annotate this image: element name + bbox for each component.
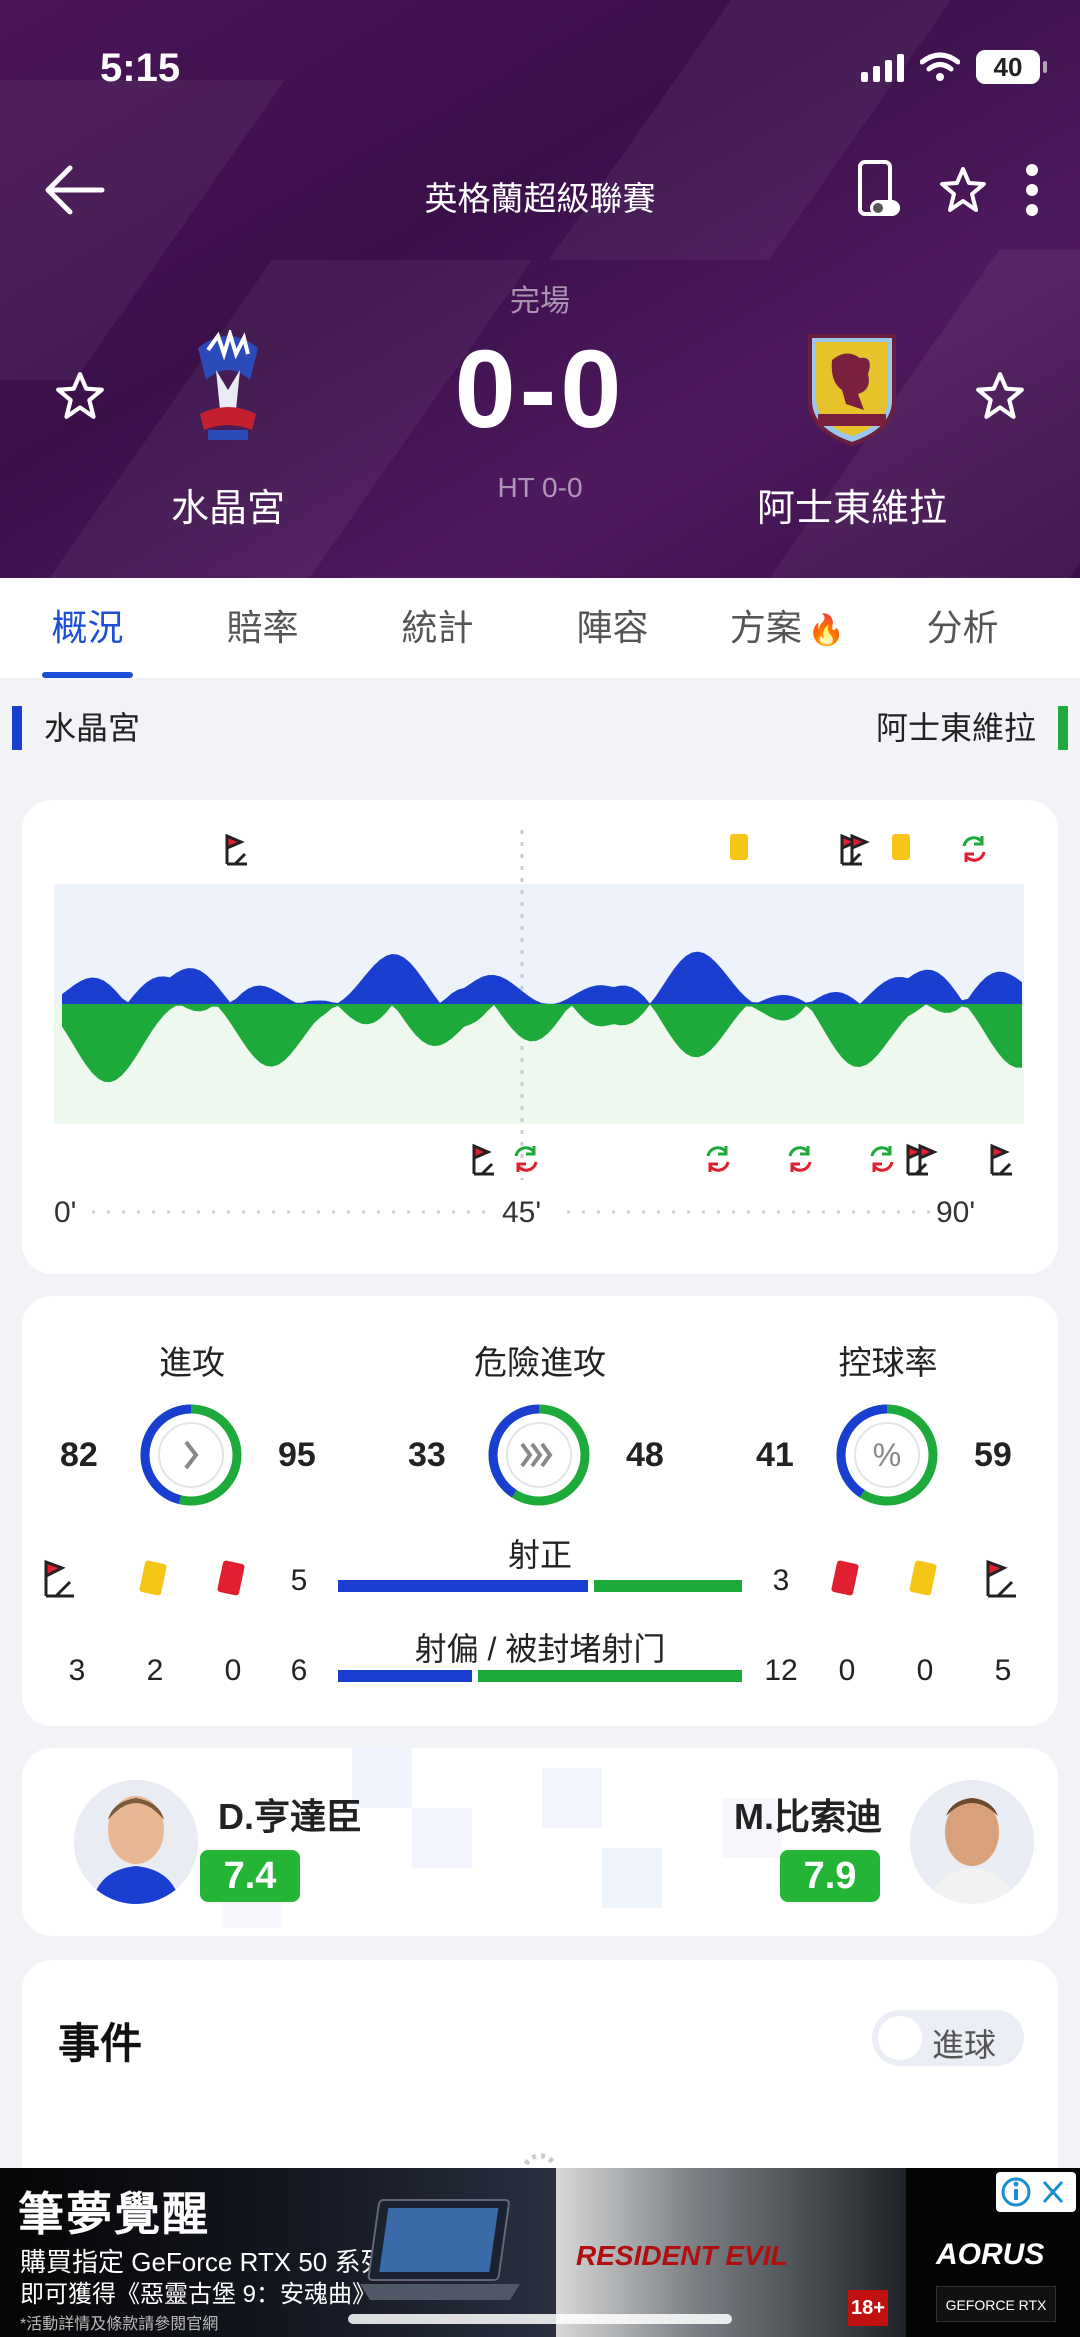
home-indicator [348, 2314, 732, 2324]
loading-spinner-icon [523, 2153, 557, 2166]
nvidia-badge: GEFORCE RTX [936, 2286, 1056, 2322]
time-label-end: 90' [936, 1196, 976, 1229]
away-corner-flag-icon [990, 1143, 1012, 1176]
dangerous-attacks-ring-chart [488, 1404, 590, 1506]
away-substitution-icon [870, 1146, 894, 1172]
ad-game-title: RESIDENT EVIL [576, 2240, 788, 2271]
away-substitution-icon [706, 1146, 730, 1172]
away-corner-flag-icon [472, 1143, 494, 1176]
home-top-player-name: D.亨達臣 [218, 1796, 363, 1837]
stat-possession-label: 控球率 [838, 1344, 938, 1381]
away-team-name: 阿士東維拉 [756, 488, 947, 530]
legend-home-team: 水晶宮 [12, 706, 140, 750]
stat-possession-away: 59 [974, 1436, 1012, 1474]
aston-villa-crest-icon [808, 334, 896, 447]
goals-toggle-label: 進球 [932, 2027, 997, 2063]
stat-dangerous-label: 危險進攻 [474, 1344, 606, 1381]
fire-icon: 🔥 [807, 614, 846, 647]
goals-only-toggle[interactable]: 進球 [872, 2010, 1024, 2066]
away-corner-icon [986, 1559, 1016, 1598]
momentum-card: 0' 45' 90' [22, 800, 1058, 1274]
favorite-star-icon[interactable] [938, 165, 988, 215]
time-label-start: 0' [54, 1196, 77, 1229]
wifi-icon [920, 52, 960, 81]
possession-ring-chart: % [836, 1404, 938, 1506]
away-yellow-count: 0 [916, 1654, 934, 1687]
home-yellow-card-icon [730, 834, 748, 860]
tab-tips[interactable]: 方案 🔥 [700, 578, 875, 678]
away-top-player-name: M.比索迪 [734, 1796, 882, 1837]
tab-odds[interactable]: 賠率 [175, 578, 350, 678]
stat-possession: 控球率 41 % 59 [738, 1336, 1038, 1508]
tab-overview[interactable]: 概況 [0, 578, 175, 678]
away-substitution-icon [788, 1146, 812, 1172]
status-bar: 5:15 40 [0, 40, 1080, 100]
away-top-player-rating: 7.9 [780, 1850, 880, 1902]
match-tabs: 概況 賠率 統計 陣容 方案 🔥 分析 [0, 578, 1080, 678]
ad-banner[interactable]: 筆夢覺醒 購買指定 GeForce RTX 50 系列 即可獲得《惡靈古堡 9：… [0, 2168, 1080, 2337]
stat-dangerous-attacks: 危險進攻 33 48 [390, 1336, 690, 1508]
top-navigation: 英格蘭超級聯賽 [0, 160, 1080, 220]
shots-off-away-bar [478, 1670, 742, 1682]
away-shots-on-target: 3 [772, 1564, 790, 1597]
stat-attacks-home: 82 [60, 1436, 98, 1474]
cell-signal-icon [861, 52, 904, 82]
ad-line-3: *活動詳情及條款請參閱官網 [20, 2316, 219, 2333]
away-player-avatar [910, 1780, 1034, 1904]
stat-possession-home: 41 [756, 1436, 794, 1474]
shots-off-home-bar [338, 1670, 472, 1682]
shots-on-target-label: 射正 [507, 1537, 572, 1573]
stat-dangerous-away: 48 [626, 1436, 664, 1474]
stat-attacks-label: 進攻 [159, 1344, 225, 1381]
ad-panel-nvidia[interactable]: 筆夢覺醒 購買指定 GeForce RTX 50 系列 即可獲得《惡靈古堡 9：… [0, 2168, 556, 2337]
away-red-count: 0 [838, 1654, 856, 1687]
tab-stats[interactable]: 統計 [350, 578, 525, 678]
stats-card: 進攻 82 95 危險進攻 33 48 控球率 41 % 59 5 射正 3 3… [22, 1296, 1058, 1726]
shots-on-target-away-bar [594, 1580, 742, 1592]
ad-choices[interactable] [996, 2172, 1076, 2212]
phone-screen-toggle-icon[interactable] [856, 160, 902, 220]
tab-lineups[interactable]: 陣容 [525, 578, 700, 678]
match-header: 5:15 40 英格蘭超級聯賽 水晶宮 完場 0-0 HT 0-0 阿士東維拉 [0, 0, 1080, 578]
attacks-ring-chart [140, 1404, 242, 1506]
away-team[interactable]: 阿士東維拉 [722, 330, 982, 532]
ad-title: 筆夢覺醒 [18, 2188, 210, 2240]
away-substitution-icon [514, 1146, 538, 1172]
ad-brand-name: AORUS [936, 2238, 1045, 2271]
top-players-card[interactable]: D.亨達臣 7.4 M.比索迪 7.9 [22, 1748, 1058, 1936]
close-icon [1042, 2180, 1064, 2204]
team-legend-bar: 水晶宮 阿士東維拉 [0, 700, 1080, 758]
laptop-icon [360, 2199, 520, 2300]
stat-attacks-away: 95 [278, 1436, 316, 1474]
tab-analysis[interactable]: 分析 [875, 578, 1050, 678]
match-status: 完場 [510, 285, 570, 318]
toggle-knob [878, 2016, 922, 2060]
stat-attacks: 進攻 82 95 [42, 1336, 342, 1508]
age-rating-badge: 18+ [848, 2290, 888, 2326]
legend-away-team: 阿士東維拉 [876, 706, 1068, 750]
stat-dangerous-home: 33 [408, 1436, 446, 1474]
away-shots-off: 12 [764, 1654, 798, 1687]
away-corners-count: 5 [994, 1654, 1012, 1687]
events-title: 事件 [58, 2020, 143, 2067]
ad-line-2: 即可獲得《惡靈古堡 9：安魂曲》 [20, 2281, 377, 2308]
home-corner-flag-icon [225, 833, 247, 866]
tab-tips-label: 方案 [729, 607, 802, 648]
percent-icon: % [873, 1437, 901, 1473]
shots-on-target-home-bar [338, 1580, 588, 1592]
time-label-half: 45' [502, 1196, 542, 1229]
home-player-avatar [74, 1780, 198, 1904]
home-top-player-rating: 7.4 [200, 1850, 300, 1902]
ad-panel-game[interactable]: RESIDENT EVIL 18+ [556, 2168, 906, 2337]
status-time: 5:15 [100, 46, 181, 90]
home-yellow-card-icon [892, 834, 910, 860]
battery-indicator: 40 [976, 50, 1047, 84]
home-substitution-icon [962, 836, 986, 862]
more-options-icon[interactable] [1024, 162, 1040, 218]
